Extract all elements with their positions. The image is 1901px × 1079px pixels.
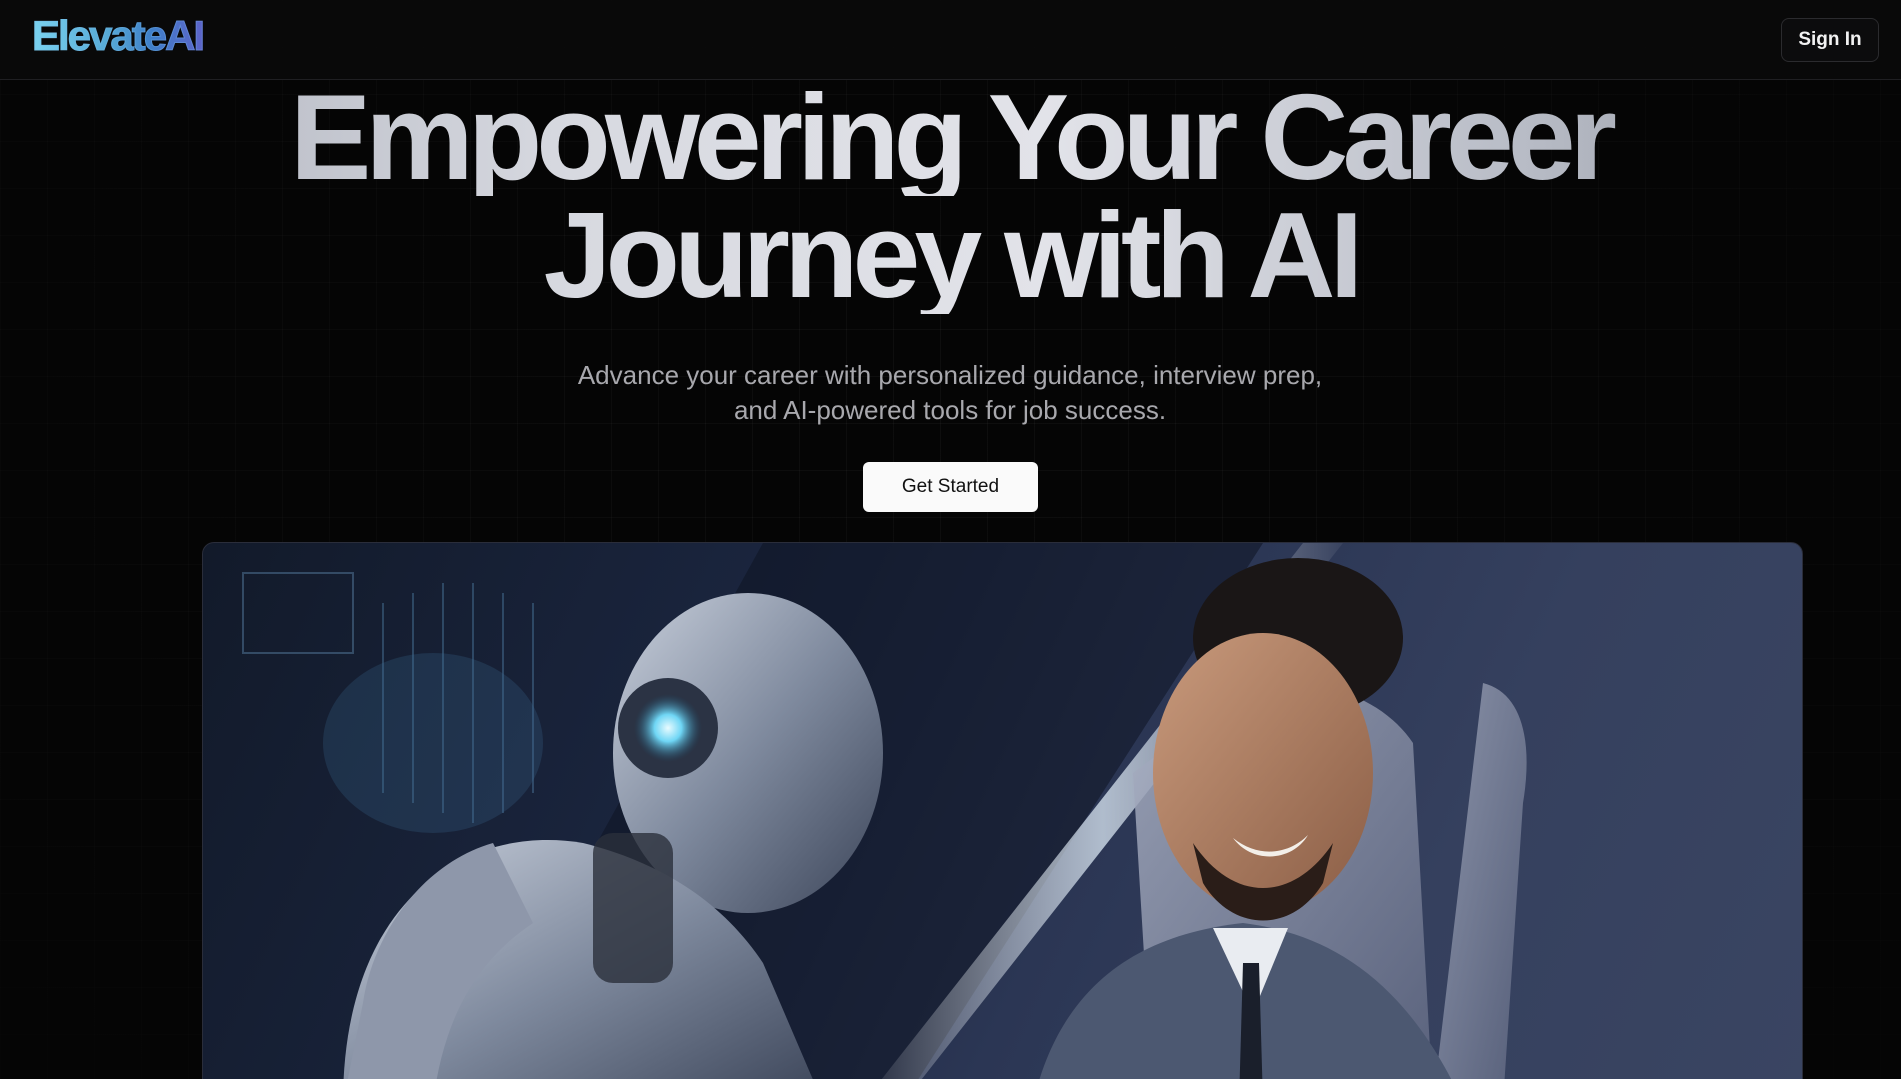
- hero-title-line-2: Journey with AI: [0, 194, 1901, 316]
- hero-title-line-1: Empowering Your Career: [0, 76, 1901, 198]
- hero-subtitle: Advance your career with personalized gu…: [577, 360, 1323, 425]
- get-started-button[interactable]: Get Started: [863, 462, 1038, 512]
- navbar: ElevateAI Sign In: [0, 0, 1901, 80]
- logo[interactable]: ElevateAI: [31, 10, 205, 62]
- hero-image: [202, 542, 1803, 1079]
- hero-title: Empowering Your Career Journey with AI: [0, 76, 1901, 316]
- sign-in-button[interactable]: Sign In: [1781, 18, 1879, 62]
